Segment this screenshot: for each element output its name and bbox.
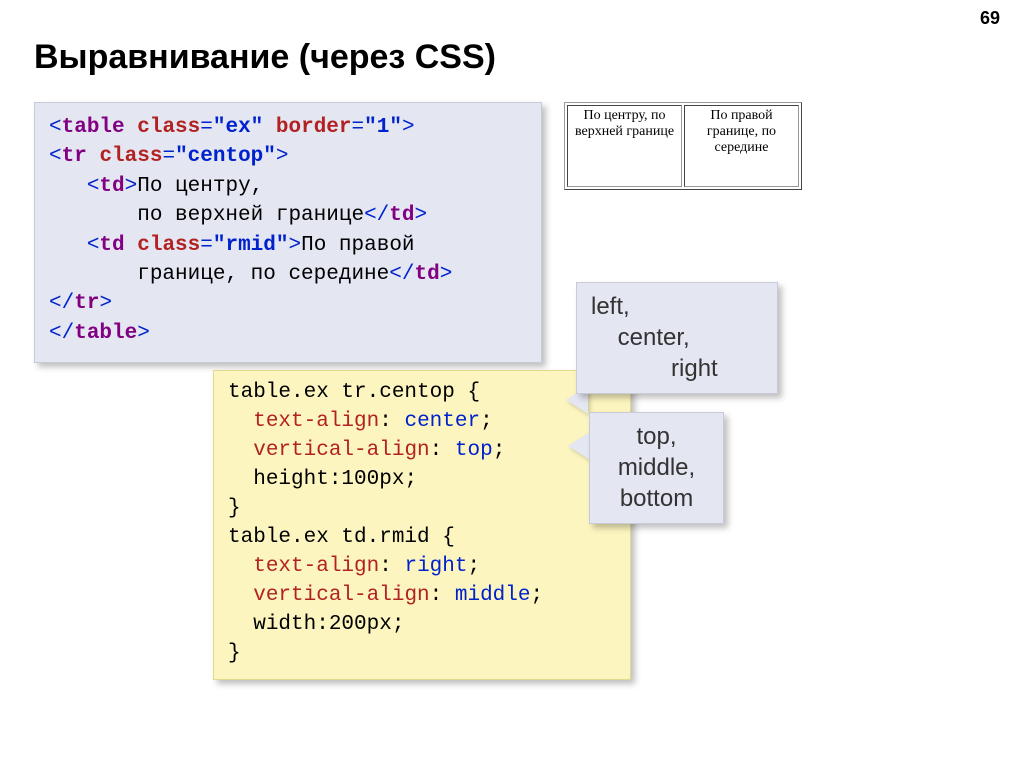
code-punct: > [125,175,138,198]
code-tagname: tr [74,292,99,315]
css-end: ; [480,410,493,433]
css-end: ; [531,584,544,607]
callout-line: bottom [604,483,709,514]
code-punct: </ [389,263,414,286]
css-end: ; [467,555,480,578]
code-attrval: "1" [364,116,402,139]
code-attr: class [137,116,200,139]
code-space [125,234,138,257]
code-punct: < [87,175,100,198]
css-close: } [228,642,241,665]
code-punct: > [99,292,112,315]
code-text: по верхней границе [137,204,364,227]
code-punct: > [402,116,415,139]
css-prop: text-align [253,555,379,578]
code-punct: > [415,204,428,227]
code-space [263,116,276,139]
page-number: 69 [980,8,1000,29]
code-text: границе, по середине [137,263,389,286]
code-punct: > [276,145,289,168]
css-line: height:100px; [253,468,417,491]
css-selector: table.ex tr.centop { [228,381,480,404]
css-sep: : [379,410,404,433]
page-title: Выравнивание (через CSS) [34,38,496,77]
css-val: right [404,555,467,578]
code-punct: = [352,116,365,139]
code-attrval: "centop" [175,145,276,168]
css-prop: text-align [253,410,379,433]
css-val: center [404,410,480,433]
code-tagname: table [62,116,125,139]
callout-line: left, [591,291,763,322]
code-punct: < [49,116,62,139]
css-selector: table.ex td.rmid { [228,526,455,549]
callout-text-align-values: left, center, right [576,282,778,394]
table-cell-rmid: По правой границе, по середине [684,105,799,187]
code-attr: class [137,234,200,257]
code-indent [49,204,137,227]
table-row: По центру, по верхней границе По правой … [567,105,799,187]
code-punct: < [49,145,62,168]
table-cell-centop: По центру, по верхней границе [567,105,682,187]
code-attrval: "rmid" [213,234,289,257]
css-sep: : [379,555,404,578]
code-space [87,145,100,168]
css-prop: vertical-align [253,439,429,462]
css-close: } [228,497,241,520]
callout-line: middle, [604,452,709,483]
code-punct: > [440,263,453,286]
code-tagname: td [414,263,439,286]
code-punct: </ [49,322,74,345]
code-punct: = [200,234,213,257]
code-attrval: "ex" [213,116,263,139]
code-punct: > [137,322,150,345]
example-table: По центру, по верхней границе По правой … [564,102,802,190]
html-code-block: <table class="ex" border="1"> <tr class=… [34,102,542,363]
css-prop: vertical-align [253,584,429,607]
code-text: По правой [301,234,414,257]
code-punct: = [200,116,213,139]
code-punct: < [87,234,100,257]
css-val: top [455,439,493,462]
code-tagname: td [99,175,124,198]
code-attr: border [276,116,352,139]
code-tagname: td [99,234,124,257]
callout-line: center, [591,322,763,353]
callout-vertical-align-values: top, middle, bottom [589,412,724,524]
css-code-block: table.ex tr.centop { text-align: center;… [213,370,631,680]
css-sep: : [430,584,455,607]
code-indent [49,175,87,198]
css-end: ; [493,439,506,462]
code-attr: class [99,145,162,168]
callout-line: top, [604,421,709,452]
code-indent [49,263,137,286]
code-punct: </ [364,204,389,227]
example-output: По центру, по верхней границе По правой … [564,102,802,190]
code-text: По центру, [137,175,263,198]
css-line: width:200px; [253,613,404,636]
callout-tail-icon [568,432,590,460]
code-space [125,116,138,139]
code-punct: </ [49,292,74,315]
code-punct: > [289,234,302,257]
code-indent [49,234,87,257]
callout-line: right [591,353,763,384]
code-tagname: td [389,204,414,227]
css-sep: : [430,439,455,462]
code-punct: = [162,145,175,168]
css-val: middle [455,584,531,607]
code-tagname: tr [62,145,87,168]
code-tagname: table [74,322,137,345]
